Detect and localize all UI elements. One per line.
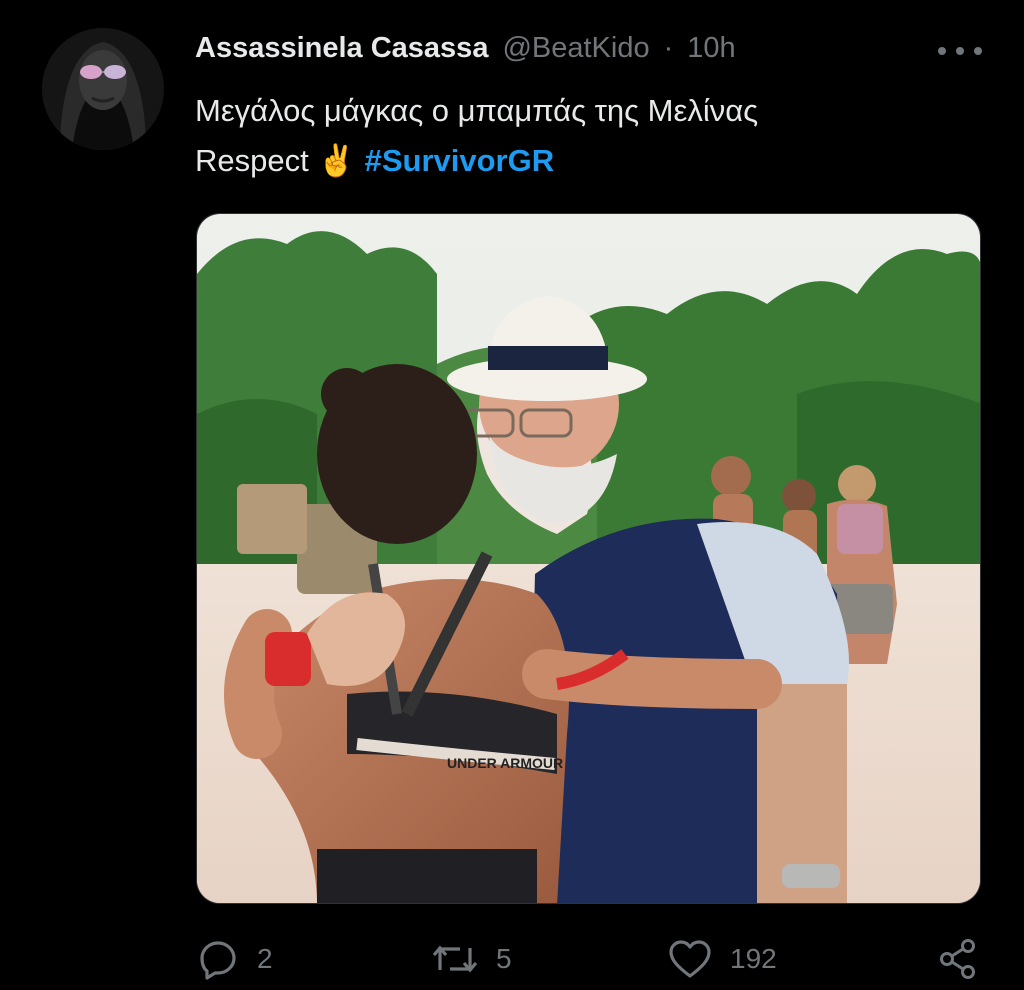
tweet-text: Μεγάλος μάγκας ο μπαμπάς της Μελίνας Res… — [195, 86, 975, 186]
retweet-count: 5 — [496, 943, 512, 974]
tweet-text-line-1: Μεγάλος μάγκας ο μπαμπάς της Μελίνας — [195, 93, 759, 128]
timestamp[interactable]: 10h — [687, 32, 735, 65]
hashtag-link[interactable]: #SurvivorGR — [365, 143, 555, 178]
retweet-icon — [432, 938, 478, 980]
victory-hand-emoji: ✌️ — [317, 143, 356, 178]
share-button[interactable] — [938, 938, 978, 980]
like-count: 192 — [730, 943, 777, 974]
heart-icon — [668, 938, 712, 980]
action-bar: 2 5 192 — [0, 930, 1024, 990]
reply-icon — [197, 938, 239, 980]
display-name[interactable]: Assassinela Casassa — [195, 32, 488, 65]
avatar[interactable] — [42, 28, 164, 150]
shirt-brand-text: UNDER ARMOUR — [447, 755, 563, 771]
reply-count: 2 — [257, 943, 273, 974]
retweet-button[interactable]: 5 — [432, 938, 512, 980]
tweet-header: Assassinela Casassa @BeatKido · 10h — [195, 32, 736, 72]
reply-button[interactable]: 2 — [197, 938, 273, 980]
tweet: Assassinela Casassa @BeatKido · 10h Μεγά… — [0, 0, 1024, 990]
like-button[interactable]: 192 — [668, 938, 777, 980]
tweet-text-line-2: Respect ✌️ #SurvivorGR — [195, 136, 975, 186]
tweet-media-image[interactable]: UNDER ARMOUR — [196, 213, 981, 904]
user-handle[interactable]: @BeatKido — [502, 32, 649, 65]
respect-text: Respect — [195, 143, 309, 178]
more-icon[interactable] — [938, 36, 982, 66]
share-icon — [938, 938, 978, 980]
separator: · — [663, 32, 674, 64]
